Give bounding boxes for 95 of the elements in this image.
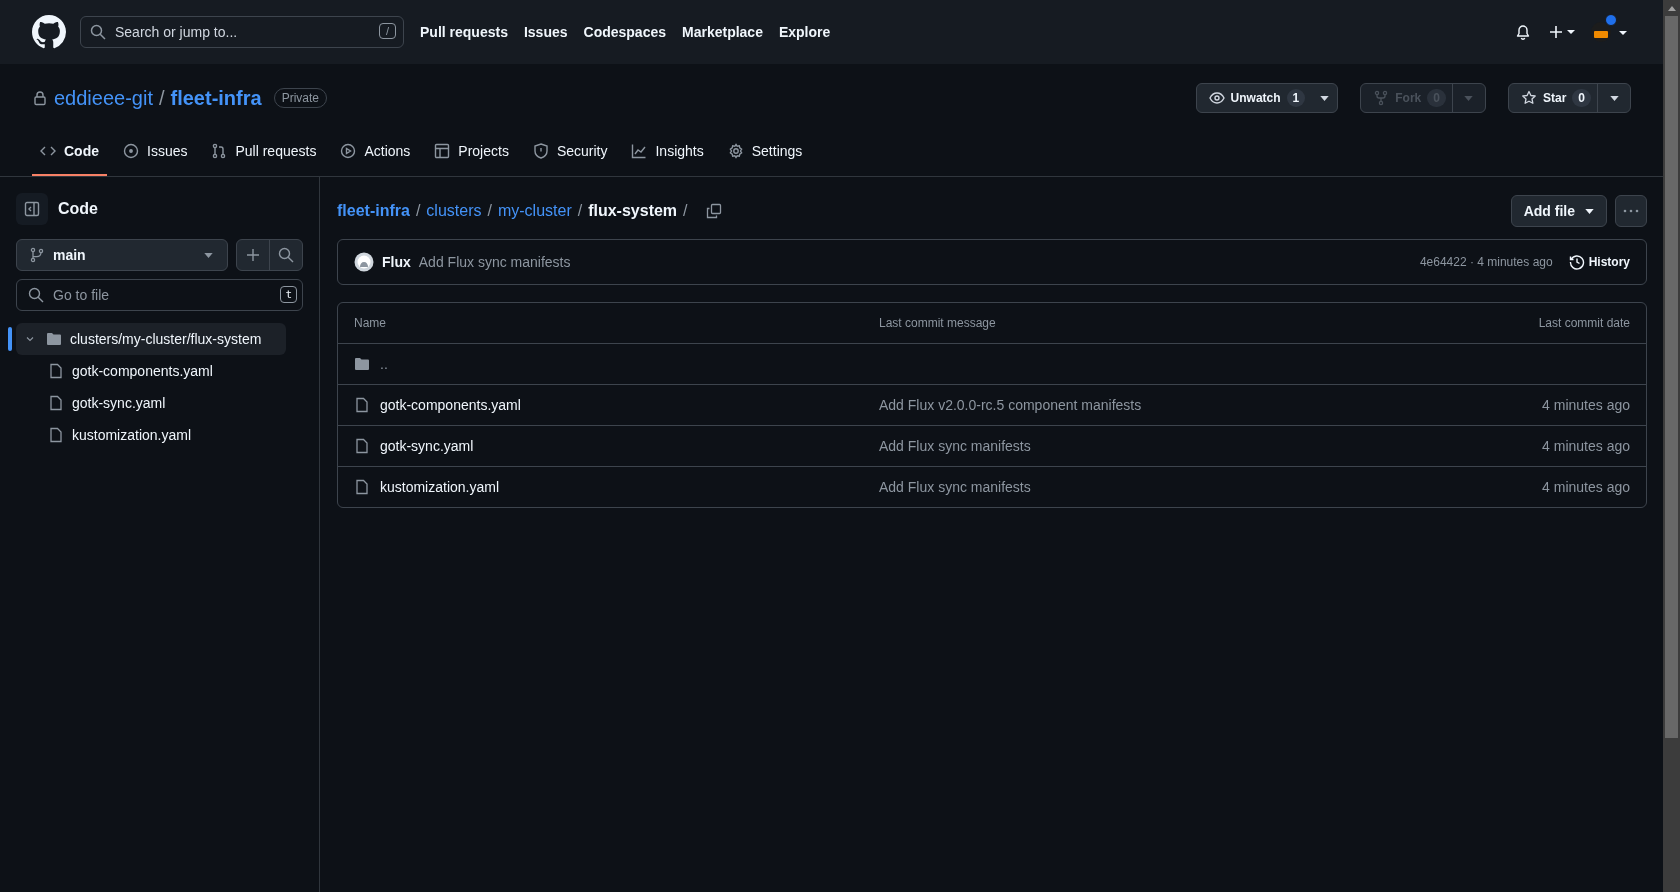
sidebar-icon [24,201,40,217]
star-icon [1520,90,1537,106]
panel-title: Code [58,200,98,218]
current-folder: flux-system [588,202,678,220]
file-icon [354,438,370,454]
repo-owner-link[interactable]: eddieee-git [54,86,153,110]
kebab-icon [1623,209,1639,213]
repo-tab[interactable]: Security [524,128,616,176]
nav-link[interactable]: Explore [778,24,831,40]
repo-tab[interactable]: Settings [719,128,811,176]
circle-dot-icon [123,143,139,159]
file-icon [48,363,64,379]
tree-item[interactable]: gotk-sync.yaml [16,387,286,419]
nav-link[interactable]: Pull requests [420,24,508,40]
collapse-panel-button[interactable] [16,193,48,225]
folder-icon [46,331,62,347]
eye-icon [1208,90,1225,106]
file-icon [48,427,64,443]
commit-author[interactable]: Flux [382,254,411,270]
repo-tab[interactable]: Pull requests [203,128,325,176]
plus-icon [245,247,261,263]
copy-icon[interactable] [705,203,722,219]
nav-link[interactable]: Codespaces [583,24,666,40]
avatar-icon [354,252,374,272]
shield-icon [532,143,549,159]
commit-message-link[interactable]: Add Flux sync manifests [879,438,1031,454]
branch-icon [29,247,45,263]
commit-date: 4 minutes ago [1542,438,1630,454]
breadcrumb-link[interactable]: my-cluster [497,202,572,220]
plus-dropdown-icon[interactable] [1549,24,1577,40]
search-icon [278,247,294,263]
caret-icon [1319,95,1329,101]
table-icon [434,143,451,159]
repo-tab[interactable]: Insights [623,128,712,176]
fork-icon [1373,90,1390,106]
caret-icon [204,252,213,258]
commit-message[interactable]: Add Flux sync manifests [418,254,571,270]
file-link[interactable]: gotk-sync.yaml [380,438,474,454]
scrollbar[interactable] [1663,0,1680,892]
nav-link[interactable]: Issues [523,24,568,40]
add-file-dropdown[interactable]: Add file [1510,195,1607,227]
search-icon [90,24,106,40]
repo-tab[interactable]: Code [32,128,107,176]
repo-tab[interactable]: Projects [426,128,517,176]
commit-message-link[interactable]: Add Flux sync manifests [879,479,1031,495]
path-separator: / [577,202,583,220]
column-header: Name [354,316,387,330]
repo-tab[interactable]: Actions [332,128,419,176]
breadcrumb-link[interactable]: clusters [426,202,482,220]
clock-icon [1568,254,1585,270]
file-icon [354,397,370,413]
selection-indicator [8,327,12,351]
file-icon [354,479,370,495]
commit-meta[interactable]: 4e64422 · 4 minutes ago [1419,255,1553,269]
lock-icon [32,90,48,106]
shortcut-key: / [378,23,396,39]
repo-action-button[interactable]: Unwatch 1 [1195,83,1339,113]
repo-action-button[interactable]: Star 0 [1507,83,1631,113]
file-link[interactable]: gotk-components.yaml [380,397,521,413]
path-separator: / [158,86,165,110]
folder-icon [354,356,370,372]
commit-date: 4 minutes ago [1542,397,1630,413]
search-icon [28,287,44,303]
nav-link[interactable]: Marketplace [682,24,763,40]
shortcut-key: t [280,286,297,303]
commit-date: 4 minutes ago [1542,479,1630,495]
branch-selector[interactable]: main [16,239,228,271]
path-separator: / [683,202,688,220]
repo-name-link[interactable]: fleet-infra [170,86,262,110]
graph-icon [631,143,648,159]
caret-icon [1609,95,1619,101]
tree-item[interactable]: gotk-components.yaml [16,355,286,387]
column-header: Last commit date [1537,316,1630,330]
pull-request-icon [211,143,228,159]
file-link[interactable]: kustomization.yaml [380,479,500,495]
count-badge: 0 [1572,89,1591,107]
octocat-logo-icon[interactable] [32,15,66,49]
history-link[interactable]: History [1568,254,1630,270]
tree-item[interactable]: kustomization.yaml [16,419,286,451]
scrollbar-thumb[interactable] [1665,16,1678,738]
breadcrumb-link[interactable]: fleet-infra [337,202,410,220]
caret-icon [1585,208,1594,214]
parent-directory-link[interactable]: .. [380,356,388,372]
caret-icon [1464,95,1474,101]
play-icon [340,143,357,159]
bell-icon[interactable] [1515,23,1531,41]
repo-tab[interactable]: Issues [115,128,196,176]
file-icon [48,395,64,411]
commit-message-link[interactable]: Add Flux v2.0.0-rc.5 component manifests [879,397,1142,413]
path-separator: / [487,202,492,220]
path-separator: / [415,202,421,220]
scroll-up-arrow-icon[interactable] [1667,6,1676,11]
count-badge: 1 [1286,89,1306,107]
gear-icon [727,143,744,159]
column-header: Last commit message [879,316,997,330]
